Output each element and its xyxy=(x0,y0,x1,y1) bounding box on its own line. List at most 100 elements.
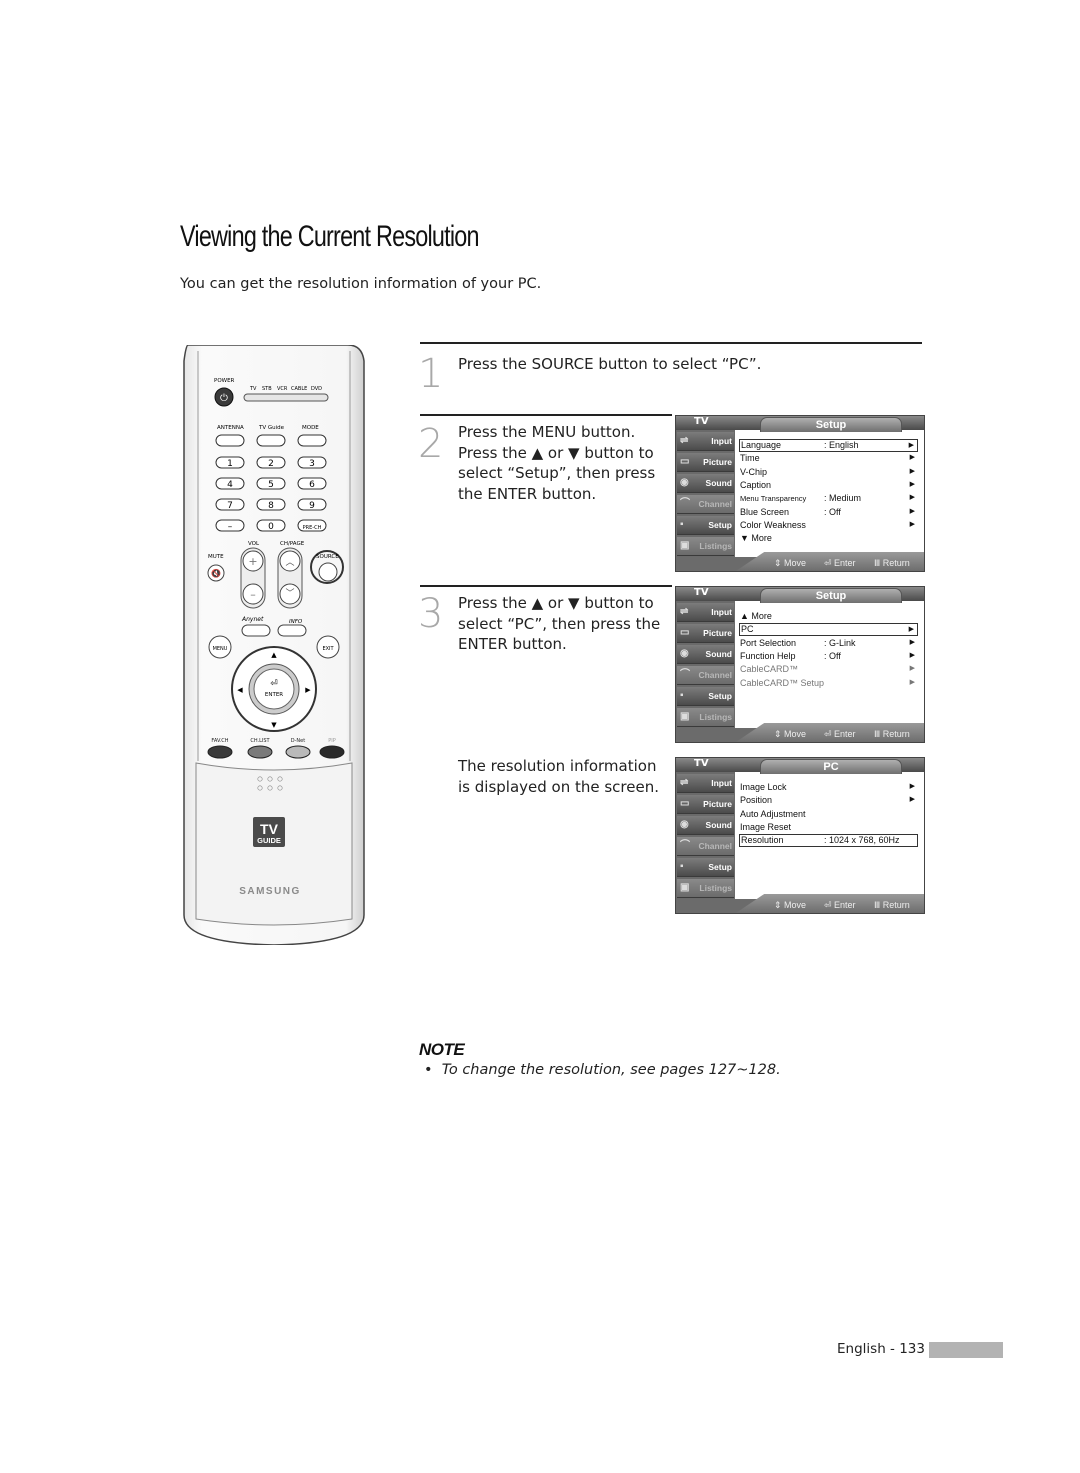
color-button[interactable] xyxy=(319,745,345,759)
osd-sidebar-item-listings[interactable]: ▣ Listings xyxy=(677,879,734,898)
note-title: NOTE xyxy=(419,1040,465,1059)
osd-menu-item[interactable]: Language: English ▶ xyxy=(739,439,918,452)
osd-sidebar-item-channel[interactable]: ⌒ Channel xyxy=(677,666,734,685)
antenna-button[interactable] xyxy=(215,434,245,447)
osd-menu-item[interactable]: Port Selection: G-Link ▶ xyxy=(740,637,918,649)
osd-sidebar-item-sound[interactable]: ◉ Sound xyxy=(677,645,734,664)
move-hint: ⇕ Move xyxy=(774,558,806,569)
osd-menu-item-label: Time xyxy=(740,453,760,464)
anynet-button[interactable] xyxy=(241,624,271,637)
anynet-label: Anynet xyxy=(241,616,264,623)
digit-label: 2 xyxy=(268,459,274,469)
sound-icon: ◉ xyxy=(680,648,689,659)
osd-sidebar-item-picture[interactable]: ▭ Picture xyxy=(677,795,734,814)
osd-menu-item[interactable]: Function Help: Off ▶ xyxy=(740,650,918,662)
osd-sidebar-item-input[interactable]: ⇌ Input xyxy=(677,603,734,622)
osd-menu-item[interactable]: Image Lock ▶ xyxy=(740,781,918,793)
osd-sidebar-label: Input xyxy=(711,607,732,617)
osd-menu-item[interactable]: Time ▶ xyxy=(740,452,918,464)
tvguide-label: TV Guide xyxy=(258,425,285,431)
return-hint-label: Return xyxy=(882,900,910,910)
arrow-right-icon: ▶ xyxy=(909,507,915,515)
osd-menu-item[interactable]: Menu Transparency: Medium ▶ xyxy=(740,492,918,504)
osd-menu-item[interactable]: Auto Adjustment xyxy=(740,808,918,820)
osd-menu-item[interactable]: V-Chip ▶ xyxy=(740,466,918,478)
osd-sidebar-item-input[interactable]: ⇌ Input xyxy=(677,432,734,451)
tvguide-button[interactable] xyxy=(256,434,286,447)
move-hint-label: Move xyxy=(784,900,807,910)
osd-menu-item[interactable]: Position ▶ xyxy=(740,794,918,806)
enter-icon: ⏎ xyxy=(824,558,835,568)
osd-sidebar-item-listings[interactable]: ▣ Listings xyxy=(677,708,734,727)
osd-menu-item[interactable]: CableCARD™ Setup ▶ xyxy=(740,677,918,689)
osd-menu-item[interactable]: Resolution: 1024 x 768, 60Hz xyxy=(739,834,918,848)
osd-sidebar-item-input[interactable]: ⇌ Input xyxy=(677,774,734,793)
tv-menu-screen: TV Setup ⇌ Input ▭ Picture ◉ Sound ⌒ Channel ▪ Setu… xyxy=(675,586,925,743)
color-button[interactable] xyxy=(207,745,233,759)
osd-menu-item[interactable]: ▼ More xyxy=(740,532,918,544)
enter-hint-label: Enter xyxy=(834,900,856,910)
page-number: English - 133 xyxy=(837,1341,925,1357)
return-hint: Ⅲ Return xyxy=(874,729,910,740)
enter-hint: ⏎ Enter xyxy=(824,729,856,740)
osd-sidebar-item-setup[interactable]: ▪ Setup xyxy=(677,858,734,877)
source-label: SOURCE xyxy=(316,554,339,560)
osd-menu-item[interactable]: CableCARD™ ▶ xyxy=(740,663,918,675)
osd-menu-item-label: ▼ More xyxy=(740,533,772,544)
osd-menu-item-label: V-Chip xyxy=(740,466,768,477)
osd-sidebar-label: Sound xyxy=(705,820,732,830)
osd-menu-item[interactable]: ▲ More xyxy=(740,610,918,622)
osd-menu-item[interactable]: Caption ▶ xyxy=(740,479,918,491)
return-icon: Ⅲ xyxy=(874,729,883,739)
down-button[interactable]: ▼ xyxy=(271,721,277,729)
osd-sidebar-item-channel[interactable]: ⌒ Channel xyxy=(677,495,734,514)
plus-icon: + xyxy=(248,555,257,568)
osd-sidebar-item-sound[interactable]: ◉ Sound xyxy=(677,474,734,493)
osd-sidebar-label: Channel xyxy=(698,670,732,680)
digit-label: 6 xyxy=(309,480,315,490)
osd-menu-item[interactable]: Image Reset xyxy=(740,821,918,833)
osd-sidebar-label: Input xyxy=(711,436,732,446)
up-button[interactable]: ▲ xyxy=(271,651,277,659)
enter-hint: ⏎ Enter xyxy=(824,900,856,911)
osd-menu-item[interactable]: Color Weakness ▶ xyxy=(740,519,918,531)
mode-button[interactable] xyxy=(297,434,327,447)
source-button[interactable] xyxy=(318,562,338,582)
digit-label: 1 xyxy=(227,459,233,469)
color-button[interactable] xyxy=(247,745,273,759)
osd-sidebar-item-picture[interactable]: ▭ Picture xyxy=(677,453,734,472)
divider xyxy=(420,414,672,416)
brand-logo: SAMSUNG xyxy=(239,886,301,897)
osd-sidebar-item-sound[interactable]: ◉ Sound xyxy=(677,816,734,835)
move-hint-label: Move xyxy=(784,729,807,739)
osd-sidebar-label: Picture xyxy=(703,799,732,809)
info-button[interactable] xyxy=(277,624,307,637)
channel-icon: ⌒ xyxy=(680,498,690,509)
footer-bar xyxy=(929,1342,1003,1358)
left-button[interactable]: ◀ xyxy=(237,686,243,694)
osd-menu-item[interactable]: Blue Screen: Off ▶ xyxy=(740,506,918,518)
osd-menu-item-label: CableCARD™ xyxy=(740,664,799,675)
digit-label: PRE-CH xyxy=(303,525,322,531)
osd-sidebar-item-channel[interactable]: ⌒ Channel xyxy=(677,837,734,856)
osd-tv-label: TV xyxy=(694,758,709,769)
osd-sidebar-item-setup[interactable]: ▪ Setup xyxy=(677,687,734,706)
info-label: INFO xyxy=(289,619,303,625)
arrow-right-icon: ▶ xyxy=(909,678,915,686)
step-line: is displayed on the screen. xyxy=(458,777,659,796)
color-button-label: D-Net xyxy=(291,738,305,744)
step-number: 2 xyxy=(418,421,444,467)
osd-sidebar-item-setup[interactable]: ▪ Setup xyxy=(677,516,734,535)
tv-guide-icon: ▣ xyxy=(680,882,690,893)
color-button[interactable] xyxy=(285,745,311,759)
osd-menu-item[interactable]: PC ▶ xyxy=(739,623,918,637)
osd-sidebar-item-listings[interactable]: ▣ Listings xyxy=(677,537,734,556)
osd-sidebar-item-picture[interactable]: ▭ Picture xyxy=(677,624,734,643)
enter-button[interactable] xyxy=(253,668,295,710)
right-button[interactable]: ▶ xyxy=(305,686,311,694)
move-icon: ⇕ xyxy=(774,558,785,568)
step-2-text: Press the MENU button. Press the ▲ or ▼ … xyxy=(458,422,655,504)
move-hint: ⇕ Move xyxy=(774,900,806,911)
mode-label-dvd: DVD xyxy=(311,386,322,392)
move-icon: ⇕ xyxy=(774,729,785,739)
